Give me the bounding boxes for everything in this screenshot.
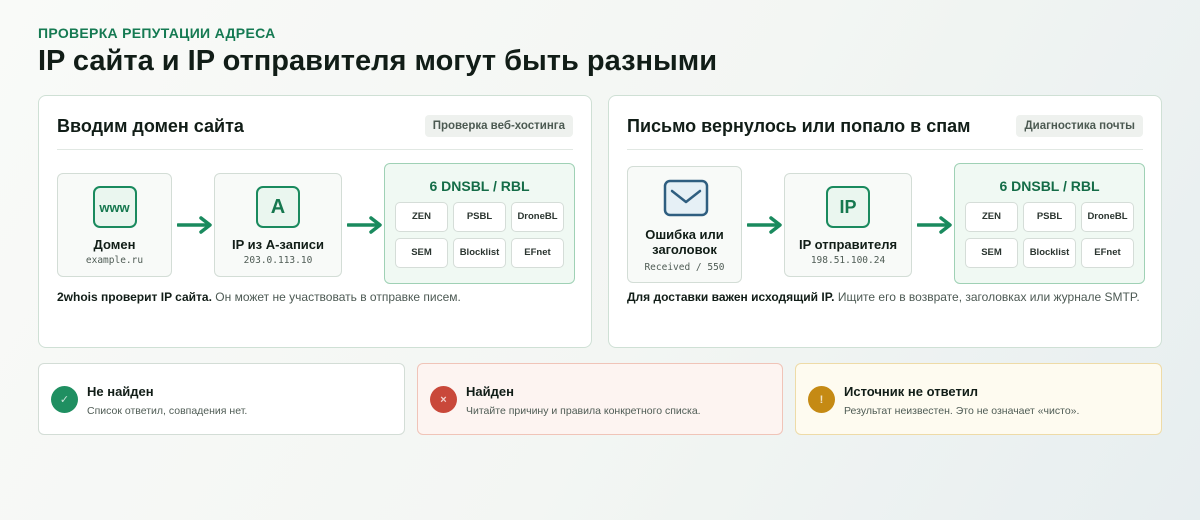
panel-note: Для доставки важен исходящий IP. Ищите е…: [627, 290, 1140, 304]
dnsbl-dronebl: DroneBL: [511, 202, 564, 232]
a-record-value: 203.0.113.10: [243, 255, 313, 266]
domain-card: www Домен example.ru: [57, 173, 172, 277]
cross-icon: ×: [430, 386, 457, 413]
panel-note: 2whois проверит IP сайта. Он может не уч…: [57, 290, 461, 304]
sender-ip-card: IP IP отправителя 198.51.100.24: [784, 173, 912, 277]
dnsbl-group: 6 DNSBL / RBL ZEN PSBL DroneBL SEM Block…: [384, 163, 575, 284]
panel-note-emphasis: Для доставки важен исходящий IP.: [627, 290, 835, 304]
dnsbl-sem: SEM: [395, 238, 448, 268]
a-record-label: IP из A-записи: [231, 237, 325, 252]
dnsbl-group: 6 DNSBL / RBL ZEN PSBL DroneBL SEM Block…: [954, 163, 1145, 284]
status-description: Список ответил, совпадения нет.: [87, 405, 248, 417]
arrow-right-icon: [917, 216, 952, 234]
bounce-value: Received / 550: [644, 262, 725, 273]
page-title: IP сайта и IP отправителя могут быть раз…: [38, 45, 718, 77]
panel-header: Вводим домен сайта Проверка веб-хостинга: [57, 96, 573, 150]
dnsbl-psbl: PSBL: [1023, 202, 1076, 232]
status-title: Не найден: [87, 384, 154, 399]
status-description: Результат неизвестен. Это не означает «ч…: [844, 405, 1080, 417]
eyebrow: ПРОВЕРКА РЕПУТАЦИИ АДРЕСА: [38, 25, 276, 41]
domain-label: Домен: [93, 237, 136, 252]
dnsbl-zen: ZEN: [965, 202, 1018, 232]
status-description: Читайте причину и правила конкретного сп…: [466, 405, 701, 417]
sender-ip-label: IP отправителя: [798, 237, 898, 252]
a-record-icon: A: [256, 186, 300, 228]
panel-header: Письмо вернулось или попало в спам Диагн…: [627, 96, 1143, 150]
dnsbl-zen: ZEN: [395, 202, 448, 232]
arrow-right-icon: [177, 216, 212, 234]
panel-title: Вводим домен сайта: [57, 116, 244, 136]
dnsbl-efnet: EFnet: [1081, 238, 1134, 268]
status-title: Найден: [466, 384, 514, 399]
dnsbl-blocklist: Blocklist: [1023, 238, 1076, 268]
panel-note-text: Ищите его в возврате, заголовках или жур…: [834, 290, 1140, 304]
status-no-answer: ! Источник не ответил Результат неизвест…: [795, 363, 1162, 435]
dnsbl-sem: SEM: [965, 238, 1018, 268]
dnsbl-dronebl: DroneBL: [1081, 202, 1134, 232]
check-icon: ✓: [51, 386, 78, 413]
dnsbl-title: 6 DNSBL / RBL: [429, 178, 530, 194]
arrow-right-icon: [747, 216, 782, 234]
panel-tag: Диагностика почты: [1016, 115, 1143, 137]
ip-icon: IP: [826, 186, 870, 228]
sender-ip-value: 198.51.100.24: [810, 255, 886, 266]
dnsbl-psbl: PSBL: [453, 202, 506, 232]
website-ip-panel: Вводим домен сайта Проверка веб-хостинга…: [38, 95, 592, 348]
panel-note-text: Он может не участвовать в отправке писем…: [211, 290, 461, 304]
bounce-label-line2: заголовок: [652, 242, 717, 257]
panel-note-emphasis: 2whois проверит IP сайта.: [57, 290, 212, 304]
dnsbl-title: 6 DNSBL / RBL: [999, 178, 1100, 194]
arrow-right-icon: [347, 216, 382, 234]
www-icon: www: [92, 186, 137, 228]
status-title: Источник не ответил: [844, 384, 979, 399]
a-record-card: A IP из A-записи 203.0.113.10: [214, 173, 342, 277]
envelope-icon: [663, 179, 709, 217]
status-found: × Найден Читайте причину и правила конкр…: [417, 363, 783, 435]
status-not-found: ✓ Не найден Список ответил, совпадения н…: [38, 363, 405, 435]
domain-value: example.ru: [85, 255, 144, 266]
dnsbl-blocklist: Blocklist: [453, 238, 506, 268]
dnsbl-efnet: EFnet: [511, 238, 564, 268]
bounce-label-line1: Ошибка или: [645, 227, 724, 242]
panel-tag: Проверка веб-хостинга: [424, 115, 573, 137]
sender-ip-panel: Письмо вернулось или попало в спам Диагн…: [608, 95, 1162, 348]
exclamation-icon: !: [808, 386, 835, 413]
panel-title: Письмо вернулось или попало в спам: [627, 116, 971, 136]
bounce-card: Ошибка или заголовок Received / 550: [627, 166, 742, 283]
